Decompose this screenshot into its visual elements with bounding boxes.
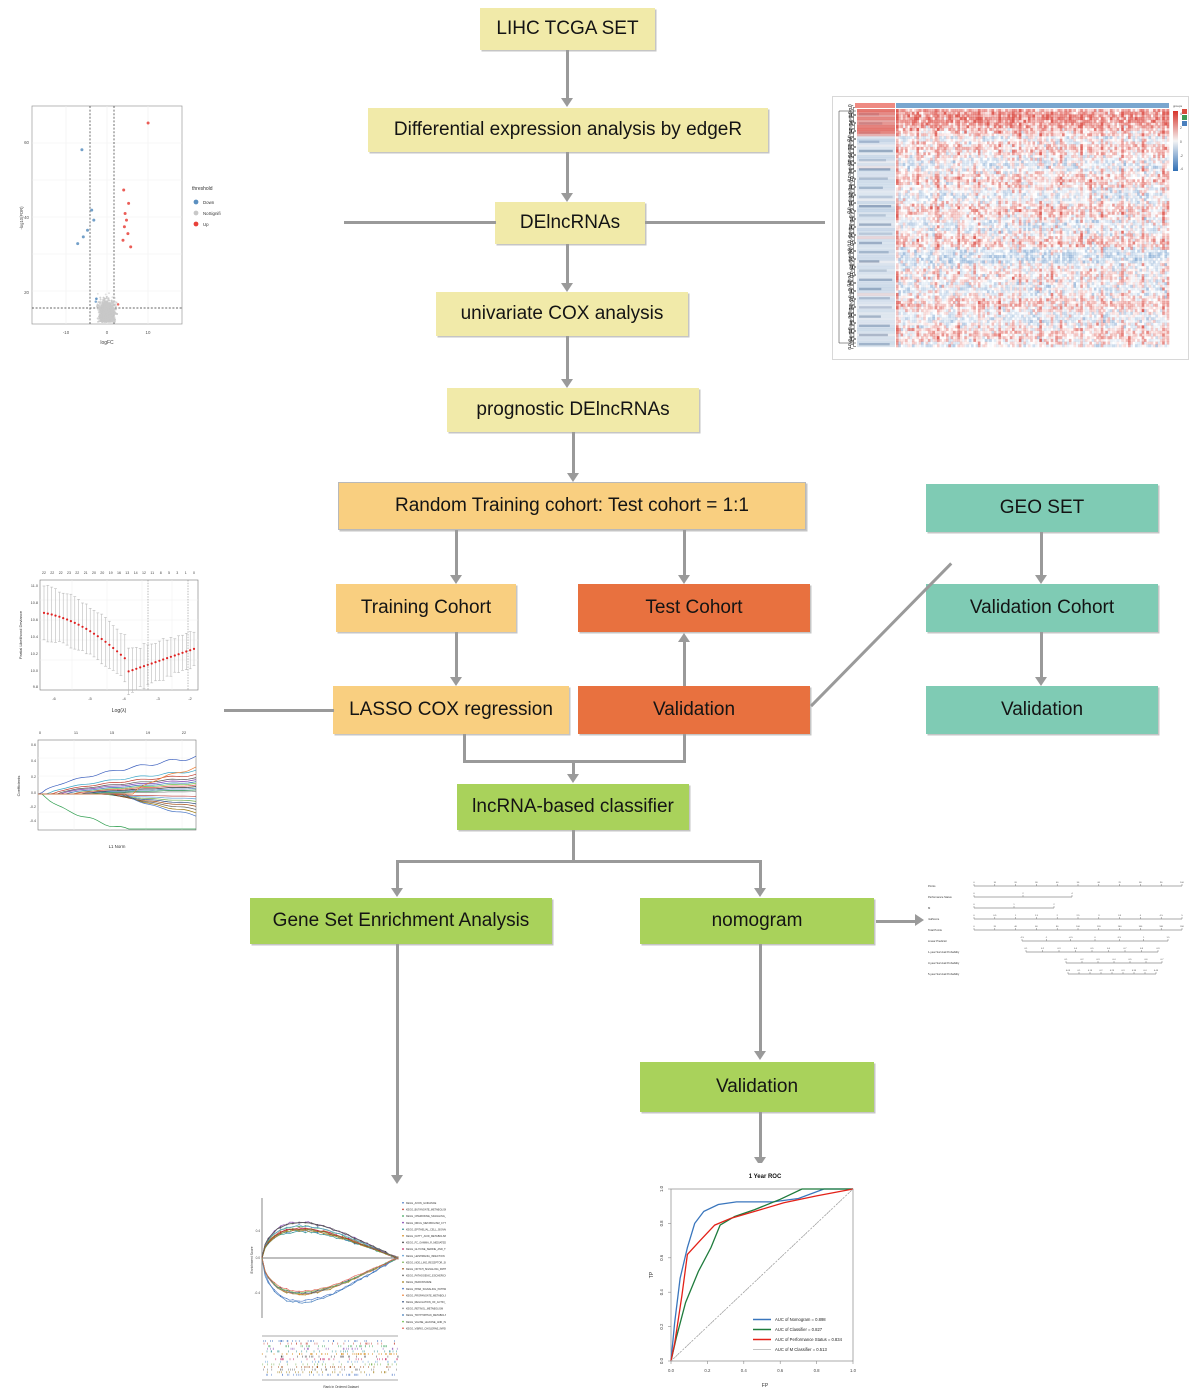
- gsea-svg: Enrichment Score 0.40.0-0.4 KEGG_AXON_GU…: [246, 1190, 446, 1390]
- arrowhead-delnc-to-cox: [561, 283, 573, 292]
- volcano-legend-swatch-up: [193, 221, 199, 227]
- node-delncrnas[interactable]: DElncRNAs: [495, 202, 645, 244]
- node-differential-expression[interactable]: Differential expression analysis by edge…: [368, 108, 768, 152]
- roc-xlabel: FP: [762, 1383, 769, 1389]
- node-prognostic-delncrnas[interactable]: prognostic DElncRNAs: [447, 388, 699, 432]
- connector-gsea-to-figure: [396, 944, 399, 1176]
- connector-geo-to-valcohort: [1040, 532, 1043, 576]
- connector-lasso-left-rail: [222, 709, 334, 712]
- nomogram-figure: Points 0 10 20 30 40 50 60 70 80 90 100 Performance …: [926, 876, 1188, 984]
- volcano-ytick-1: 40: [24, 215, 29, 220]
- coefficient-path-figure: L1 Norm Coefficients 0 11 15 19 22 0.6 0.4 0.…: [12, 722, 224, 850]
- node-geo-set[interactable]: GEO SET: [926, 484, 1158, 532]
- node-lncrna-classifier[interactable]: lncRNA-based classifier: [457, 784, 689, 830]
- nomogram-svg: Points0 10 20 30 40 50 60 70 80 90 100Performance …: [926, 876, 1188, 984]
- arrowhead-split-to-test: [678, 575, 690, 584]
- connector-split-to-test: [683, 530, 686, 576]
- volcano-legend-title: threshold: [192, 186, 213, 192]
- node-lasso-cox-regression[interactable]: LASSO COX regression: [333, 686, 569, 734]
- coefficient-path-svg: L1 Norm Coefficients 0 11 15 19 22 0.60.40.…: [12, 722, 224, 850]
- volcano-legend-swatch-down: [193, 199, 199, 205]
- connector-lasso-down: [463, 734, 466, 762]
- connector-lihc-to-deg: [566, 50, 569, 99]
- arrowhead-cox-to-progn: [561, 379, 573, 388]
- connector-classifier-rail: [396, 860, 762, 863]
- arrowhead-nomogram-to-figure: [915, 914, 924, 926]
- lasso-cv-xlabel: Log(λ): [112, 708, 127, 714]
- node-training-cohort[interactable]: Training Cohort: [336, 584, 516, 632]
- arrowhead-rail-to-gsea: [391, 888, 403, 897]
- volcano-legend-label-up: Up: [203, 222, 209, 227]
- node-validation-cohort[interactable]: Validation Cohort: [926, 584, 1158, 632]
- connector-rail-to-nomogram: [759, 860, 762, 890]
- heatmap-svg: 4 2 0 -2 -4 groups: [833, 97, 1188, 359]
- volcano-xtick-1: 0: [106, 330, 109, 335]
- connector-validation-down: [683, 734, 686, 762]
- lasso-cv-figure: 22 22 22 23 22 21 20 20 19 16 13 14 12 11 8 5 3 1 0 Log(λ)…: [12, 552, 224, 730]
- connector-training-to-lasso: [455, 632, 458, 678]
- node-validation-test[interactable]: Validation: [578, 686, 810, 734]
- roc-ylabel: TP: [649, 1271, 655, 1278]
- connector-deg-to-delnc: [566, 152, 569, 194]
- roc-svg: 1 Year ROC FP TP 0.0 0.2 0.4 0.6 0.8 1.0 0.00…: [643, 1163, 888, 1398]
- volcano-legend-label-nosign: NoSignifi: [203, 211, 221, 216]
- arrowhead-validation-to-test: [678, 633, 690, 642]
- volcano-xlabel: logFC: [100, 340, 114, 346]
- volcano-legend-swatch-nosign: [193, 210, 199, 216]
- connector-delnc-left-rail: [344, 221, 496, 224]
- volcano-xtick-2: 10: [146, 330, 151, 335]
- arrowhead-split-to-training: [450, 575, 462, 584]
- connector-rail-to-gsea: [396, 860, 399, 890]
- node-test-cohort[interactable]: Test Cohort: [578, 584, 810, 632]
- connector-delnc-right-rail: [645, 221, 825, 224]
- roc-figure: 1 Year ROC FP TP 0.0 0.2 0.4 0.6 0.8 1.0 0.0 0…: [643, 1163, 888, 1398]
- node-lihc-tcga-set[interactable]: LIHC TCGA SET: [480, 8, 655, 50]
- arrowhead-gsea-to-figure: [391, 1175, 403, 1184]
- connector-classifier-down: [572, 830, 575, 862]
- arrowhead-deg-to-delnc: [561, 193, 573, 202]
- connector-nomogram-to-figure: [876, 920, 918, 923]
- connector-cox-to-progn: [566, 336, 569, 380]
- arrowhead-nomogram-to-validation: [754, 1051, 766, 1060]
- node-validation-geo[interactable]: Validation: [926, 686, 1158, 734]
- connector-split-to-training: [455, 530, 458, 576]
- node-univariate-cox[interactable]: univariate COX analysis: [436, 292, 688, 336]
- arrowhead-valcohort-to-validation: [1035, 677, 1047, 686]
- connector-nomogram-to-validation: [759, 944, 762, 1052]
- coefpath-ylabel: Coefficients: [16, 776, 21, 797]
- connector-progn-to-split: [572, 432, 575, 474]
- connector-delnc-to-cox: [566, 244, 569, 284]
- heatmap-group-bar-high: [855, 103, 895, 108]
- node-gsea[interactable]: Gene Set Enrichment Analysis: [250, 898, 552, 944]
- arrowhead-progn-to-split: [567, 473, 579, 482]
- gsea-xlabel: Rank in Ordered Dataset: [323, 1385, 358, 1389]
- heatmap-group-bar-low: [896, 103, 1169, 108]
- node-random-split[interactable]: Random Training cohort: Test cohort = 1:…: [338, 482, 806, 530]
- gsea-ylabel: Enrichment Score: [250, 1246, 254, 1273]
- volcano-xtick-0: -10: [63, 330, 70, 335]
- workflow-diagram: LIHC TCGA SET Differential expression an…: [0, 0, 1200, 1400]
- volcano-ytick-0: 60: [24, 140, 29, 145]
- arrowhead-merge-to-classifier: [567, 774, 579, 783]
- lasso-cv-ylabel: Partial Likelihood Deviance: [18, 610, 23, 659]
- volcano-plot-svg: logFC -log10(FDR) -10 0 10 60 40 20 thre…: [19, 105, 221, 346]
- node-validation-nomogram[interactable]: Validation: [640, 1062, 874, 1112]
- node-nomogram[interactable]: nomogram: [640, 898, 874, 944]
- connector-valcohort-to-validation: [1040, 632, 1043, 678]
- heatmap-figure: 4 2 0 -2 -4 groups: [832, 96, 1189, 360]
- volcano-plot-figure: logFC -log10(FDR) -10 0 10 60 40 20 thre…: [18, 98, 233, 353]
- arrowhead-lihc-to-deg: [561, 98, 573, 107]
- coefpath-xlabel: L1 Norm: [109, 844, 126, 849]
- connector-validation-to-test: [683, 640, 686, 686]
- connector-validation-to-roc: [759, 1112, 762, 1158]
- arrowhead-rail-to-nomogram: [754, 888, 766, 897]
- volcano-legend-label-down: Down: [203, 200, 215, 205]
- arrowhead-training-to-lasso: [450, 677, 462, 686]
- lasso-cv-svg: 22 22 22 23 22 21 20 20 19 16 13 14 12 11 8 5 3 1 0 Log(λ)…: [12, 552, 224, 730]
- roc-title: 1 Year ROC: [749, 1174, 782, 1180]
- volcano-ytick-2: 20: [24, 290, 29, 295]
- arrowhead-geo-to-valcohort: [1035, 575, 1047, 584]
- gsea-figure: Enrichment Score 0.4 0.0 -0.4 KEGG_AXON_GU…: [246, 1190, 446, 1390]
